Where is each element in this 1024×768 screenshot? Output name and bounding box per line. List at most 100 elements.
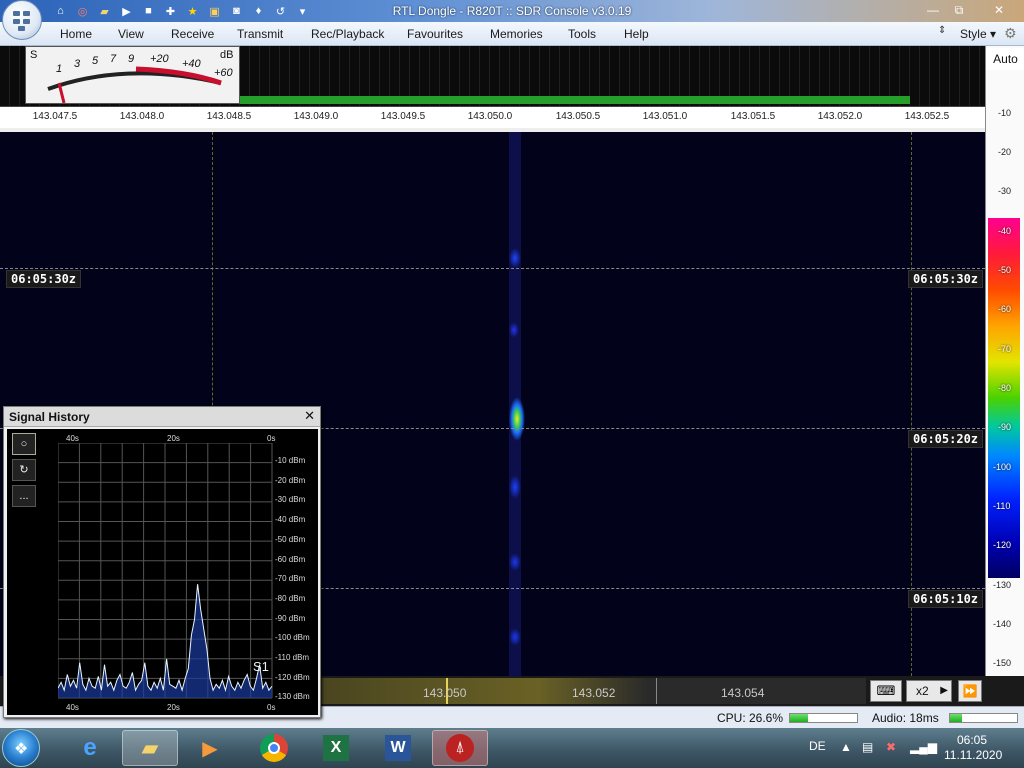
smeter-tick: 5 [92, 55, 99, 67]
db-tick: -110 [993, 501, 1011, 511]
skip-button[interactable]: ⏩ [958, 680, 982, 702]
freq-tick: 143.052.0 [817, 111, 863, 122]
zoom-button[interactable]: x2 ▶ [906, 680, 952, 702]
sh-time-label: 40s [66, 434, 79, 443]
time-label-left: 06:05:30z [6, 270, 82, 288]
ie-icon: e [83, 734, 97, 761]
menu-receive[interactable]: Receive [171, 27, 214, 41]
menu-memories[interactable]: Memories [490, 27, 543, 41]
start-button[interactable]: ❖ [2, 729, 40, 767]
freq-tick: 143.050.0 [467, 111, 513, 122]
db-tick: -70 [998, 344, 1012, 354]
freq-tick: 143.052.5 [904, 111, 950, 122]
zoom-label: x2 [916, 684, 929, 698]
tray-signal-icon[interactable]: ▂▄▆ [910, 740, 937, 754]
tray-device-icon[interactable]: ▤ [862, 740, 873, 754]
menu-home[interactable]: Home [60, 27, 92, 41]
clock-date: 11.11.2020 [944, 748, 1003, 762]
menu-view[interactable]: View [118, 27, 144, 41]
keyboard-button[interactable]: ⌨ [870, 680, 902, 702]
freq-tick: 143.051.0 [642, 111, 688, 122]
gear-icon[interactable]: ⚙ [1004, 25, 1017, 42]
minimize-button[interactable]: — [920, 0, 946, 20]
smeter-tick: 7 [110, 53, 117, 65]
sh-time-label: 20s [167, 703, 180, 712]
signal-history-close-button[interactable]: ✕ [304, 408, 315, 424]
taskbar-explorer[interactable]: ▰ [122, 730, 178, 766]
smeter-tick: 1 [56, 63, 63, 75]
freq-tick: 143.051.5 [730, 111, 776, 122]
db-tick: -60 [998, 304, 1012, 314]
cpu-label: CPU: 26.6% [717, 711, 784, 725]
audio-meter [949, 713, 1018, 723]
cpu-meter [789, 713, 858, 723]
taskbar-word[interactable]: W [370, 730, 426, 766]
taskbar-sdr-console[interactable]: ⍋ [432, 730, 488, 766]
keyboard-icon: ⌨ [876, 683, 896, 698]
taskbar-ie[interactable]: e [62, 730, 118, 766]
db-tick: -80 [998, 383, 1012, 393]
audio-label: Audio: 18ms [872, 711, 939, 725]
app-menu-button[interactable] [2, 0, 42, 40]
clock-time: 06:05 [956, 733, 988, 747]
freq-tick: 143.049.5 [380, 111, 426, 122]
time-label-right: 06:05:10z [908, 590, 984, 608]
freq-tick: 143.048.5 [206, 111, 252, 122]
ruler-divider [656, 678, 657, 704]
sh-y-label: -120 dBm [275, 672, 310, 682]
taskbar-excel[interactable]: X [308, 730, 364, 766]
sh-time-label: 0s [267, 434, 276, 443]
signal-history-title: Signal History [9, 410, 90, 424]
frequency-axis[interactable]: 143.047.5 143.048.0 143.048.5 143.049.0 … [0, 106, 985, 134]
taskbar-media-player[interactable]: ▶ [182, 730, 238, 766]
s-reading: S1 [253, 659, 269, 674]
clock[interactable]: 06:05 11.11.2020 [944, 733, 1003, 763]
smeter-tick: +40 [182, 58, 201, 70]
window-title: RTL Dongle - R820T :: SDR Console v3.0.1… [392, 4, 632, 18]
circle-tool-button[interactable]: ○ [12, 433, 36, 455]
db-tick: -140 [993, 619, 1012, 629]
sh-y-label: -110 dBm [275, 653, 310, 662]
chrome-icon [260, 734, 288, 762]
db-tick: -120 [993, 540, 1012, 550]
menu-transmit[interactable]: Transmit [237, 27, 283, 41]
sh-y-label: -60 dBm [275, 554, 306, 564]
filter-passband [240, 96, 910, 104]
sdr-console-icon: ⍋ [446, 734, 474, 762]
menu-bar: Home View Receive Transmit Rec/Playback … [0, 22, 1024, 46]
smeter-tick: 9 [128, 53, 135, 65]
db-tick: -130 [993, 580, 1012, 590]
skip-icon: ⏩ [962, 684, 978, 698]
maximize-button[interactable]: ⧉ [946, 0, 972, 20]
taskbar-chrome[interactable] [246, 730, 302, 766]
freq-tick: 143.047.5 [32, 111, 78, 122]
menu-tools[interactable]: Tools [568, 27, 596, 41]
style-arrows-icon[interactable]: ⇕ [938, 25, 946, 36]
menu-help[interactable]: Help [624, 27, 649, 41]
freq-tick: 143.050.5 [555, 111, 601, 122]
menu-favourites[interactable]: Favourites [407, 27, 463, 41]
explorer-icon: ▰ [141, 735, 159, 760]
db-tick: -10 [998, 108, 1012, 118]
smeter-tick: 3 [74, 58, 81, 70]
db-tick: -30 [998, 186, 1012, 196]
tray-expand-icon[interactable]: ▲ [840, 740, 852, 754]
time-label-right: 06:05:20z [908, 430, 984, 448]
word-icon: W [385, 735, 411, 761]
more-button[interactable]: ... [12, 485, 36, 507]
tray-network-icon[interactable]: ✖ [886, 740, 896, 754]
sh-y-label: -100 dBm [275, 633, 310, 643]
language-indicator[interactable]: DE [809, 739, 826, 753]
smeter-tick: +20 [150, 53, 169, 65]
freq-tick: 143.048.0 [119, 111, 165, 122]
sh-time-label: 40s [66, 703, 79, 712]
close-button[interactable]: ✕ [984, 0, 1014, 20]
signal-history-titlebar[interactable]: Signal History ✕ [4, 407, 320, 427]
auto-scale-button[interactable]: Auto [986, 48, 1024, 70]
signal-history-plot [58, 443, 273, 699]
style-menu[interactable]: Style ▾ [960, 27, 996, 41]
time-gridline [0, 268, 985, 269]
ruler-freq: 143.052 [572, 686, 616, 700]
refresh-button[interactable]: ↻ [12, 459, 36, 481]
menu-rec-playback[interactable]: Rec/Playback [311, 27, 384, 41]
